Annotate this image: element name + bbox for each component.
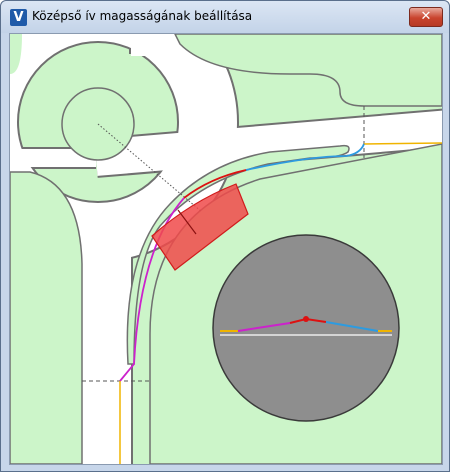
title-bar[interactable]: V Középső ív magasságának beállítása ✕ [1, 1, 449, 33]
profile-peak-point[interactable] [303, 316, 309, 322]
drawing-canvas[interactable] [9, 33, 443, 465]
grass-left [10, 171, 83, 464]
window-title: Középső ív magasságának beállítása [32, 9, 253, 23]
road-drawing[interactable] [10, 34, 442, 464]
close-button[interactable]: ✕ [409, 7, 443, 27]
segment-orange-right [363, 142, 442, 145]
close-icon: ✕ [420, 9, 432, 24]
dialog-window: V Középső ív magasságának beállítása ✕ [0, 0, 450, 472]
app-logo-icon: V [10, 9, 27, 26]
profile-circle [212, 234, 400, 422]
